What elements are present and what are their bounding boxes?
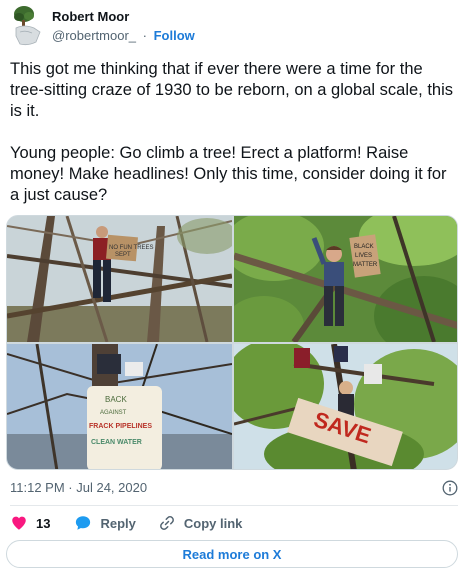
- svg-text:BACK: BACK: [105, 395, 127, 404]
- follow-button[interactable]: Follow: [154, 28, 195, 43]
- copy-link-button[interactable]: Copy link: [158, 514, 243, 532]
- photo-pipeline-banner[interactable]: BACK AGAINST FRACK PIPELINES CLEAN WATER: [7, 344, 232, 469]
- like-button[interactable]: 13: [10, 514, 50, 532]
- tweet-meta: 11:12 PM · Jul 24, 2020: [10, 478, 458, 498]
- read-more-button[interactable]: Read more on X: [6, 540, 458, 568]
- svg-text:NO FUN TREES: NO FUN TREES: [109, 245, 154, 251]
- tweet-paragraph: This got me thinking that if ever there …: [10, 60, 454, 120]
- separator-dot: ·: [142, 28, 147, 43]
- speech-bubble-icon: [76, 516, 91, 530]
- like-count: 13: [36, 515, 51, 531]
- photo-save-banner[interactable]: SAVE: [234, 344, 457, 469]
- heart-icon: [12, 516, 26, 530]
- svg-text:AGAINST: AGAINST: [100, 410, 127, 416]
- reply-button[interactable]: Reply: [74, 514, 136, 532]
- copy-link-label: Copy link: [183, 515, 243, 531]
- tweet-paragraph: Young people: Go climb a tree! Erect a p…: [10, 144, 447, 204]
- tweet-text: This got me thinking that if ever there …: [10, 59, 458, 206]
- timestamp[interactable]: 11:12 PM · Jul 24, 2020: [10, 480, 147, 495]
- svg-text:SEPT: SEPT: [115, 252, 131, 258]
- author-name[interactable]: Robert Moor: [52, 9, 195, 25]
- avatar[interactable]: [10, 4, 46, 48]
- svg-text:BLACK: BLACK: [354, 244, 374, 250]
- info-circle-icon[interactable]: [442, 480, 458, 496]
- author-handle[interactable]: @robertmoor_: [52, 28, 136, 43]
- media-grid: NO FUN TREES SEPT BLACK LIVES MATTER BAC…: [6, 215, 458, 470]
- reply-label: Reply: [100, 515, 136, 531]
- tweet-header: Robert Moor @robertmoor_ · Follow: [10, 4, 458, 48]
- photo-boy-blm-sign[interactable]: BLACK LIVES MATTER: [234, 216, 457, 342]
- svg-text:FRACK PIPELINES: FRACK PIPELINES: [89, 423, 152, 430]
- svg-text:LIVES: LIVES: [355, 253, 372, 259]
- photo-boy-with-sign[interactable]: NO FUN TREES SEPT: [7, 216, 232, 342]
- link-icon: [159, 516, 174, 530]
- tree-statue-avatar-icon: [14, 6, 41, 46]
- divider: [10, 505, 458, 506]
- action-bar: 13 Reply Copy link: [10, 512, 242, 534]
- svg-text:MATTER: MATTER: [353, 262, 378, 268]
- svg-text:CLEAN WATER: CLEAN WATER: [91, 439, 142, 446]
